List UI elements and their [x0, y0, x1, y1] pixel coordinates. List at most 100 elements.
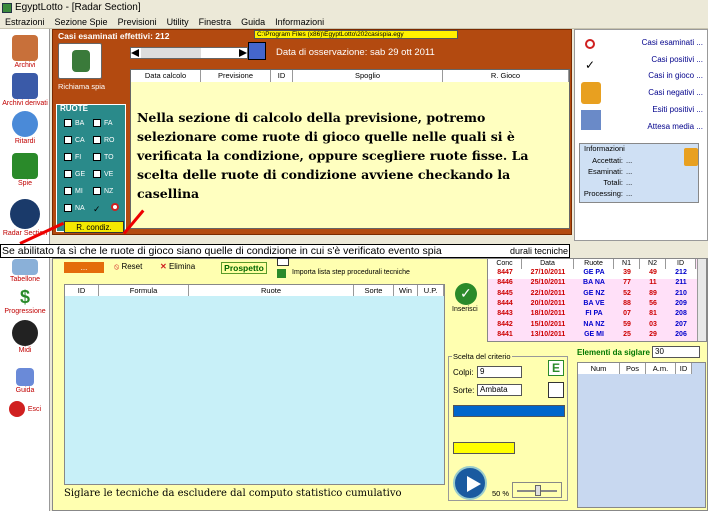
col-num[interactable]: Num [578, 363, 620, 374]
elimina-button[interactable]: ✕ Elimina [160, 262, 195, 271]
table-row[interactable]: 8444 20/10/2011 BA VE 88 56 209 [488, 300, 698, 310]
col-n2[interactable]: N2 [640, 259, 666, 269]
link-casi-negativi[interactable]: Casi negativi ... [648, 88, 703, 97]
menu-finestra[interactable]: Finestra [194, 17, 237, 27]
dice-icon[interactable] [548, 382, 564, 398]
percent-slider[interactable] [512, 482, 562, 498]
tecniche-grid: ID Formula Ruote Sorte Win U.P. [64, 284, 445, 485]
table-row[interactable]: 8446 25/10/2011 BA NA 77 11 211 [488, 279, 698, 289]
sidebar-item-guida[interactable]: Guida [0, 368, 50, 394]
ruota-ve[interactable]: VE [93, 170, 113, 178]
col-sorte[interactable]: Sorte [354, 285, 394, 296]
table-row[interactable]: 8443 18/10/2011 FI PA 07 81 208 [488, 310, 698, 320]
table-cell: BA VE [583, 299, 605, 307]
table-cell: BA NA [583, 279, 605, 287]
sorte-select[interactable]: Ambata [477, 384, 522, 396]
richiama-spia-button[interactable] [58, 43, 102, 79]
ruota-condiz-check[interactable]: ✓ [93, 204, 101, 215]
link-casi-esaminati[interactable]: Casi esaminati ... [642, 38, 703, 47]
col-ruote[interactable]: Ruote [189, 285, 354, 296]
r-condiz-button[interactable]: R. condiz. [64, 221, 124, 233]
table-row[interactable]: 8445 22/10/2011 GE NZ 52 89 210 [488, 290, 698, 300]
ruota-fa[interactable]: FA [93, 119, 113, 127]
sidebar-item-midi[interactable]: Midi [0, 320, 50, 354]
menu-previsioni[interactable]: Previsioni [113, 17, 162, 27]
info-esaminati-value: ... [626, 167, 633, 176]
menu-utility[interactable]: Utility [162, 17, 194, 27]
col-up[interactable]: U.P. [418, 285, 444, 296]
menu-guida[interactable]: Guida [236, 17, 270, 27]
col-elem-id[interactable]: ID [676, 363, 692, 374]
sidebar-item-tabellone[interactable]: Tabellone [0, 259, 50, 283]
link-casi-positivi[interactable]: Casi positivi ... [651, 55, 703, 64]
col-spoglio[interactable]: Spoglio [293, 70, 443, 82]
ruota-ge[interactable]: GE [64, 170, 85, 178]
col-conc-id[interactable]: ID [666, 259, 696, 269]
prospetto-button[interactable]: Prospetto [221, 262, 267, 274]
ruota-to[interactable]: TO [93, 153, 114, 161]
col-data[interactable]: Data [522, 259, 574, 269]
calculator-icon[interactable] [248, 42, 266, 60]
col-pos[interactable]: Pos [620, 363, 646, 374]
sidebar-item-esci[interactable]: Esci [0, 401, 50, 417]
menu-informazioni[interactable]: Informazioni [270, 17, 329, 27]
link-attesa-media[interactable]: Attesa media ... [647, 122, 703, 131]
ruota-na[interactable]: NA [64, 204, 85, 212]
reset-button[interactable]: ⦸ Reset [114, 262, 142, 272]
scroll-right-icon[interactable] [239, 49, 247, 57]
table-row[interactable]: 8441 13/10/2011 GE MI 25 29 206 [488, 331, 698, 341]
ruota-ro[interactable]: RO [93, 136, 115, 144]
elementi-select[interactable]: 30 [652, 346, 700, 358]
ruota-fi[interactable]: FI [64, 153, 81, 161]
table-cell: 03 [649, 320, 657, 328]
table-cell: 25/10/2011 [530, 279, 566, 287]
color-select[interactable] [453, 442, 515, 454]
col-formula[interactable]: Formula [99, 285, 189, 296]
play-button[interactable] [453, 466, 487, 500]
colpi-select[interactable]: 9 [477, 366, 522, 378]
table-cell: NA NZ [583, 320, 605, 328]
ruota-ba[interactable]: BA [64, 119, 84, 127]
table-row[interactable]: 8442 15/10/2011 NA NZ 59 03 207 [488, 321, 698, 331]
slider-thumb[interactable] [535, 485, 541, 496]
ruota-ca[interactable]: CA [64, 136, 85, 144]
table-cell: 27/10/2011 [530, 269, 566, 276]
table-cell: 206 [675, 330, 687, 338]
link-casi-in-gioco[interactable]: Casi in gioco ... [648, 71, 703, 80]
col-data-calcolo[interactable]: Data calcolo [131, 70, 201, 82]
importa-link[interactable]: Importa lista step procedurali tecniche [292, 269, 410, 276]
col-conc[interactable]: Conc [488, 259, 522, 269]
table-row[interactable]: 8447 27/10/2011 GE PA 39 49 212 [488, 269, 698, 279]
table-cell: 8444 [497, 299, 513, 307]
scroll-left-icon[interactable] [131, 49, 139, 57]
col-n1[interactable]: N1 [614, 259, 640, 269]
option-select[interactable] [453, 405, 565, 417]
sidebar-item-spie[interactable]: Spie [0, 153, 50, 187]
e-button[interactable]: E [548, 360, 564, 376]
sidebar-item-archivi[interactable]: Archivi [0, 35, 50, 69]
table-cell: 07 [623, 310, 631, 318]
ruota-mi[interactable]: MI [64, 187, 83, 195]
sidebar-item-progressione[interactable]: $ Progressione [0, 287, 50, 315]
col-ruote[interactable]: Ruote [574, 259, 614, 269]
date-scrollbar[interactable] [130, 47, 248, 59]
inserisci-button[interactable]: ✓ [455, 283, 477, 305]
music-icon [12, 320, 38, 346]
link-esiti-positivi[interactable]: Esiti positivi ... [652, 105, 703, 114]
scroll-thumb[interactable] [141, 48, 201, 58]
col-id[interactable]: ID [271, 70, 293, 82]
col-win[interactable]: Win [394, 285, 418, 296]
menu-sezione-spie[interactable]: Sezione Spie [50, 17, 113, 27]
conc-scrollbar[interactable] [697, 259, 706, 341]
col-previsione[interactable]: Previsione [201, 70, 271, 82]
ruota-nz[interactable]: NZ [93, 187, 113, 195]
sidebar-item-archivi-derivati[interactable]: Archivi derivati [0, 73, 50, 107]
open-file-button[interactable]: ... [64, 262, 104, 273]
col-am[interactable]: A.m. [646, 363, 676, 374]
col-id[interactable]: ID [65, 285, 99, 296]
col-r-gioco[interactable]: R. Gioco [443, 70, 569, 82]
sidebar-item-ritardi[interactable]: Ritardi [0, 111, 50, 145]
menu-estrazioni[interactable]: Estrazioni [0, 17, 50, 27]
table-cell: 8443 [497, 310, 513, 318]
printer-icon[interactable] [277, 258, 289, 266]
